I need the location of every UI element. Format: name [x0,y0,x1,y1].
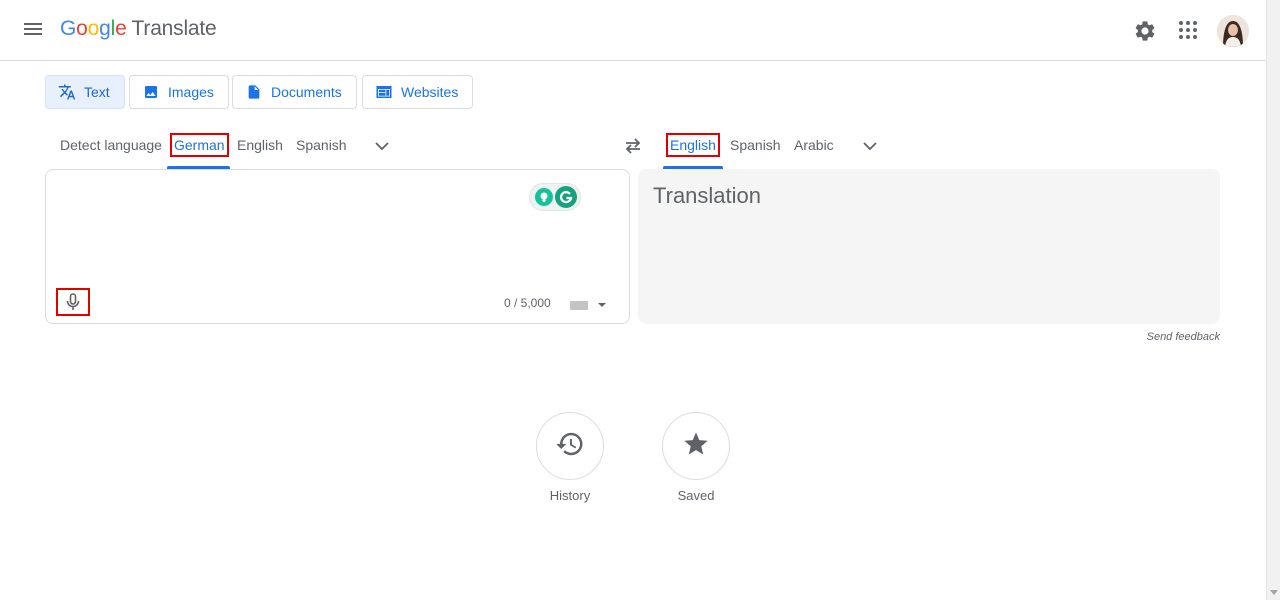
history-button[interactable] [536,412,604,480]
app-header: Google Translate [0,0,1266,61]
chevron-down-icon[interactable] [374,138,390,154]
menu-icon[interactable] [22,20,44,40]
logo-letter: G [60,17,77,40]
history-label: History [549,488,591,503]
chevron-down-icon[interactable] [862,138,878,154]
page-scrollbar[interactable] [1266,0,1280,600]
translate-icon [58,83,76,101]
image-icon [142,83,160,101]
swap-languages-icon[interactable] [622,137,644,155]
star-icon [682,430,710,463]
document-icon [245,83,263,101]
target-lang-arabic[interactable]: Arabic [794,137,834,153]
send-feedback-link[interactable]: Send feedback [1120,331,1220,343]
tab-images[interactable]: Images [129,75,229,109]
tab-documents[interactable]: Documents [232,75,357,109]
microphone-icon[interactable] [56,288,90,316]
lightbulb-icon [535,188,553,206]
history-icon [555,429,585,464]
translation-placeholder: Translation [653,183,762,208]
source-lang-english[interactable]: English [237,137,283,153]
target-lang-english[interactable]: English [666,133,720,157]
google-translate-logo[interactable]: Google Translate [60,17,217,41]
detect-language-tab[interactable]: Detect language [60,137,162,153]
translation-panel: Translation [638,169,1220,324]
source-text-input[interactable] [60,184,520,274]
keyboard-glyph [570,301,588,310]
tab-websites-label: Websites [401,84,459,100]
avatar[interactable] [1217,15,1249,47]
grammarly-widget[interactable] [529,183,581,211]
logo-letter: o [76,17,88,40]
character-count: 0 / 5,000 [504,296,551,310]
scroll-down-arrow-icon[interactable] [1270,590,1278,595]
saved-label: Saved [677,488,715,503]
tab-text-label: Text [84,84,110,100]
source-lang-german[interactable]: German [170,133,229,157]
gear-icon[interactable] [1133,19,1157,43]
web-icon [375,83,393,101]
logo-letter: g [99,17,111,40]
tab-websites[interactable]: Websites [362,75,474,109]
tab-images-label: Images [168,84,214,100]
keyboard-icon[interactable] [568,297,608,313]
source-lang-spanish[interactable]: Spanish [296,137,347,153]
source-text-panel: 0 / 5,000 [45,169,630,324]
tab-text[interactable]: Text [45,75,125,109]
target-lang-spanish[interactable]: Spanish [730,137,781,153]
product-name: Translate [131,17,217,40]
logo-letter: e [115,17,127,40]
caret-down-icon [598,303,606,307]
saved-button[interactable] [662,412,730,480]
logo-letter: o [87,17,100,40]
apps-grid-icon[interactable] [1177,19,1199,41]
grammarly-icon [555,186,577,208]
tab-documents-label: Documents [271,84,342,100]
